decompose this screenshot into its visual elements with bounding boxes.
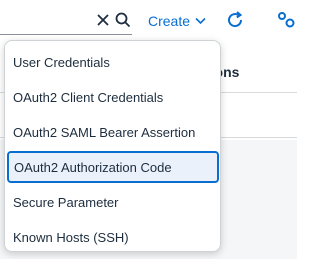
refresh-icon <box>228 11 243 28</box>
settings-icon <box>278 12 295 28</box>
menu-item-oauth2-authorization-code[interactable]: OAuth2 Authorization Code <box>7 151 219 183</box>
search-input[interactable] <box>0 5 88 33</box>
search-button[interactable] <box>112 9 134 31</box>
clear-search-button[interactable] <box>92 9 114 31</box>
menu-item-oauth2-saml-bearer-assertion[interactable]: OAuth2 SAML Bearer Assertion <box>7 116 219 148</box>
menu-item-known-hosts-ssh[interactable]: Known Hosts (SSH) <box>7 221 219 251</box>
refresh-button[interactable] <box>223 8 247 32</box>
toolbar: Create <box>0 0 297 40</box>
create-button[interactable]: Create <box>148 10 206 32</box>
menu-item-secure-parameter[interactable]: Secure Parameter <box>7 186 219 218</box>
close-icon <box>97 14 109 26</box>
menu-item-oauth2-client-credentials[interactable]: OAuth2 Client Credentials <box>7 81 219 113</box>
search-icon <box>115 12 131 28</box>
chevron-down-icon <box>195 17 206 25</box>
create-button-label: Create <box>148 13 191 29</box>
settings-button[interactable] <box>275 8 297 32</box>
menu-item-user-credentials[interactable]: User Credentials <box>7 46 219 78</box>
create-menu: User Credentials OAuth2 Client Credentia… <box>4 40 221 252</box>
